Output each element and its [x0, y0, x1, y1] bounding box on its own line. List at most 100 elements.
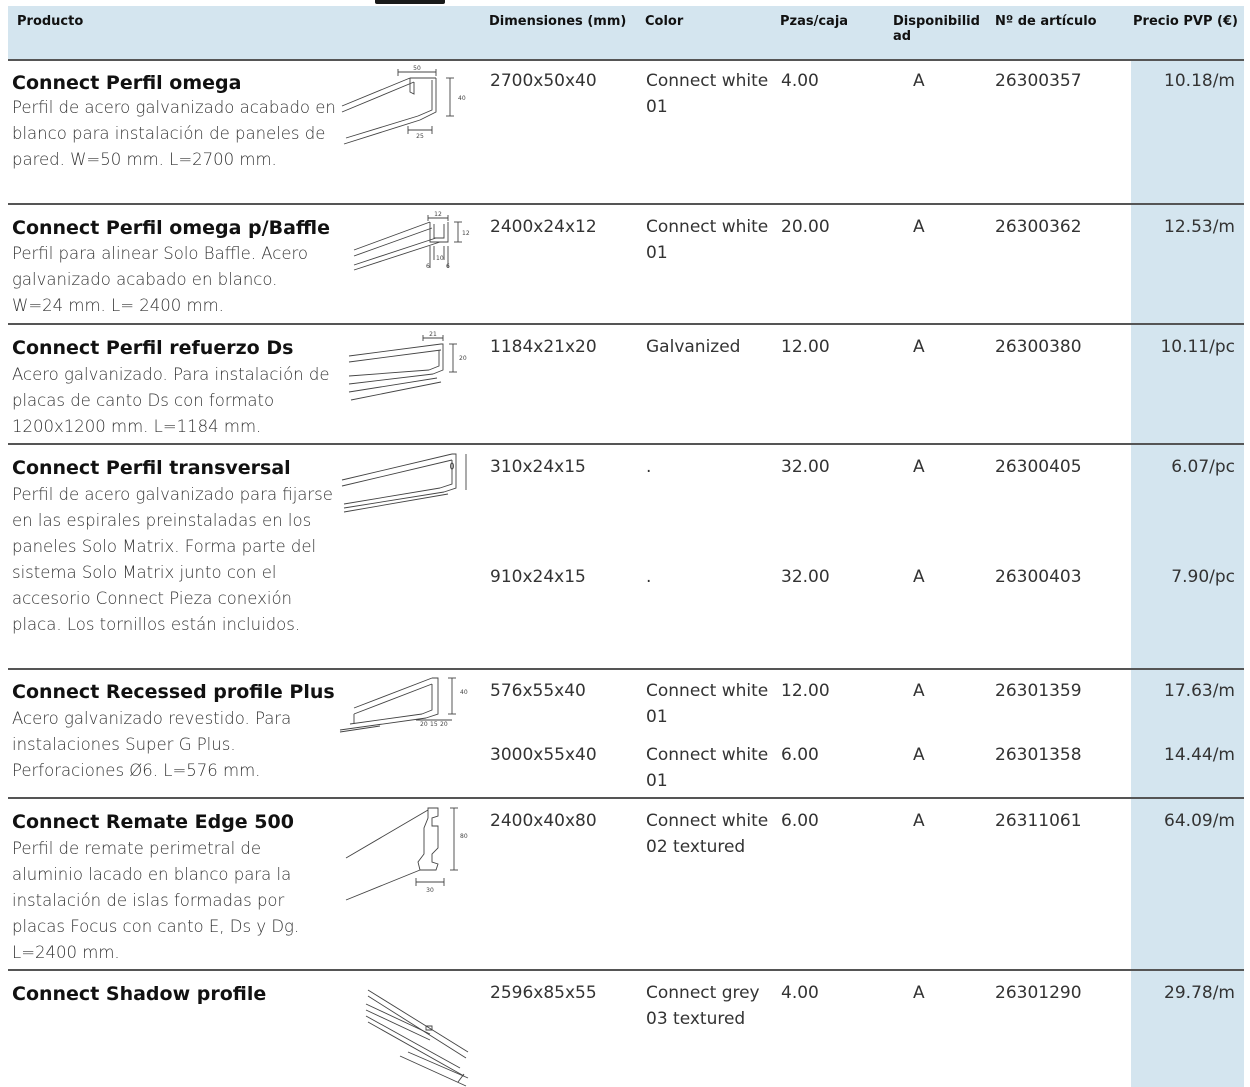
cut-off-heading-fragment [375, 0, 445, 4]
product-description: Acero galvanizado. Para instalación de p… [12, 365, 330, 436]
variant-availability: A [913, 745, 925, 765]
variant-price: 6.07/pc [1171, 457, 1235, 477]
dimension-label: 40 [460, 689, 468, 696]
variant-price: 29.78/m [1164, 983, 1235, 1003]
baffle-omega-profile-drawing-icon: 12 12 6 10 6 [350, 211, 470, 280]
product-name: Connect Perfil refuerzo Ds [12, 337, 294, 359]
dimension-label: 12 [462, 230, 470, 237]
variant-price: 14.44/m [1164, 745, 1235, 765]
dimension-label: 30 [426, 887, 434, 894]
variant-article: 26311061 [995, 811, 1082, 831]
variant-availability: A [913, 217, 925, 237]
variant-pcs: 12.00 [781, 337, 830, 357]
variant-pcs: 20.00 [781, 217, 830, 237]
variant-color: Connect white 01 [646, 71, 769, 117]
variant-article: 26300362 [995, 217, 1082, 237]
product-description: Perfil para alinear Solo Baffle. Acero g… [12, 244, 309, 315]
product-description: Acero galvanizado revestido. Para instal… [12, 709, 292, 780]
row-separator [8, 668, 1244, 670]
variant-article: 26300405 [995, 457, 1082, 477]
transversal-profile-drawing-icon [340, 450, 475, 520]
variant-availability: A [913, 457, 925, 477]
header-availability-line-2: ad [893, 29, 912, 44]
dimension-label: 20 [459, 355, 467, 362]
dimension-label: 40 [458, 95, 466, 102]
dimension-label: 6 [426, 263, 430, 270]
dimension-label: 6 [446, 263, 450, 270]
reinforcement-profile-drawing-icon: 21 20 [345, 331, 467, 410]
product-name: Connect Perfil omega p/Baffle [12, 217, 330, 239]
row-separator [8, 203, 1244, 205]
header-availability: Disponibilid ad [893, 14, 980, 44]
variant-article: 26300403 [995, 567, 1082, 587]
variant-article: 26300380 [995, 337, 1082, 357]
variant-article: 26301358 [995, 745, 1082, 765]
variant-color: Connect white 01 [646, 681, 769, 727]
variant-pcs: 4.00 [781, 983, 819, 1003]
variant-price: 17.63/m [1164, 681, 1235, 701]
dimension-label: 10 [436, 255, 444, 262]
variant-price: 64.09/m [1164, 811, 1235, 831]
omega-profile-drawing-icon: 50 40 25 [340, 65, 466, 154]
variant-color: Connect white 01 [646, 217, 769, 263]
header-product: Producto [17, 14, 84, 29]
variant-pcs: 6.00 [781, 811, 819, 831]
row-separator [8, 323, 1244, 325]
row-separator [8, 59, 1244, 61]
variant-pcs: 32.00 [781, 457, 830, 477]
dimension-label: 20 [420, 721, 428, 728]
variant-dimensions: 2596x85x55 [490, 983, 597, 1003]
variant-price: 10.18/m [1164, 71, 1235, 91]
product-description: Perfil de remate perimetral de aluminio … [12, 839, 300, 962]
variant-article: 26301290 [995, 983, 1082, 1003]
variant-availability: A [913, 811, 925, 831]
variant-color: . [646, 457, 652, 477]
row-separator [8, 797, 1244, 799]
variant-dimensions: 910x24x15 [490, 567, 586, 587]
product-name: Connect Shadow profile [12, 983, 267, 1005]
variant-dimensions: 1184x21x20 [490, 337, 597, 357]
header-article-number: Nº de artículo [995, 14, 1097, 29]
variant-pcs: 4.00 [781, 71, 819, 91]
dimension-label: 20 [440, 721, 448, 728]
header-dimensions: Dimensiones (mm) [489, 14, 627, 29]
product-name: Connect Recessed profile Plus [12, 681, 335, 703]
variant-color: Connect grey 03 textured [646, 983, 760, 1029]
header-price: Precio PVP (€) [1133, 14, 1238, 29]
dimension-label: 12 [434, 211, 442, 218]
variant-price: 10.11/pc [1160, 337, 1235, 357]
variant-dimensions: 3000x55x40 [490, 745, 597, 765]
variant-dimensions: 310x24x15 [490, 457, 586, 477]
variant-color: Connect white 01 [646, 745, 769, 791]
product-name: Connect Remate Edge 500 [12, 811, 294, 833]
dimension-label: 50 [413, 65, 421, 72]
edge-trim-profile-drawing-icon: 80 30 [340, 804, 468, 904]
header-pcs-per-box: Pzas/caja [780, 14, 849, 29]
header-availability-line-1: Disponibilid [893, 14, 980, 29]
variant-dimensions: 2700x50x40 [490, 71, 597, 91]
variant-color: . [646, 567, 652, 587]
variant-availability: A [913, 983, 925, 1003]
variant-pcs: 6.00 [781, 745, 819, 765]
product-description: Perfil de acero galvanizado para fijarse… [12, 485, 333, 634]
variant-article: 26300357 [995, 71, 1082, 91]
shadow-profile-drawing-icon [360, 986, 475, 1087]
product-name: Connect Perfil omega [12, 72, 242, 94]
variant-availability: A [913, 681, 925, 701]
variant-article: 26301359 [995, 681, 1082, 701]
header-color: Color [645, 14, 684, 29]
variant-availability: A [913, 71, 925, 91]
variant-availability: A [913, 567, 925, 587]
table-header: Producto Dimensiones (mm) Color Pzas/caj… [8, 6, 1244, 59]
row-separator [8, 969, 1244, 971]
variant-dimensions: 2400x40x80 [490, 811, 597, 831]
dimension-label: 15 [430, 721, 438, 728]
product-name: Connect Perfil transversal [12, 457, 291, 479]
dimension-label: 21 [429, 331, 437, 338]
variant-dimensions: 2400x24x12 [490, 217, 597, 237]
dimension-label: 25 [416, 133, 424, 140]
variant-dimensions: 576x55x40 [490, 681, 586, 701]
row-separator [8, 443, 1244, 445]
product-description: Perfil de acero galvanizado acabado en b… [12, 98, 336, 169]
variant-availability: A [913, 337, 925, 357]
